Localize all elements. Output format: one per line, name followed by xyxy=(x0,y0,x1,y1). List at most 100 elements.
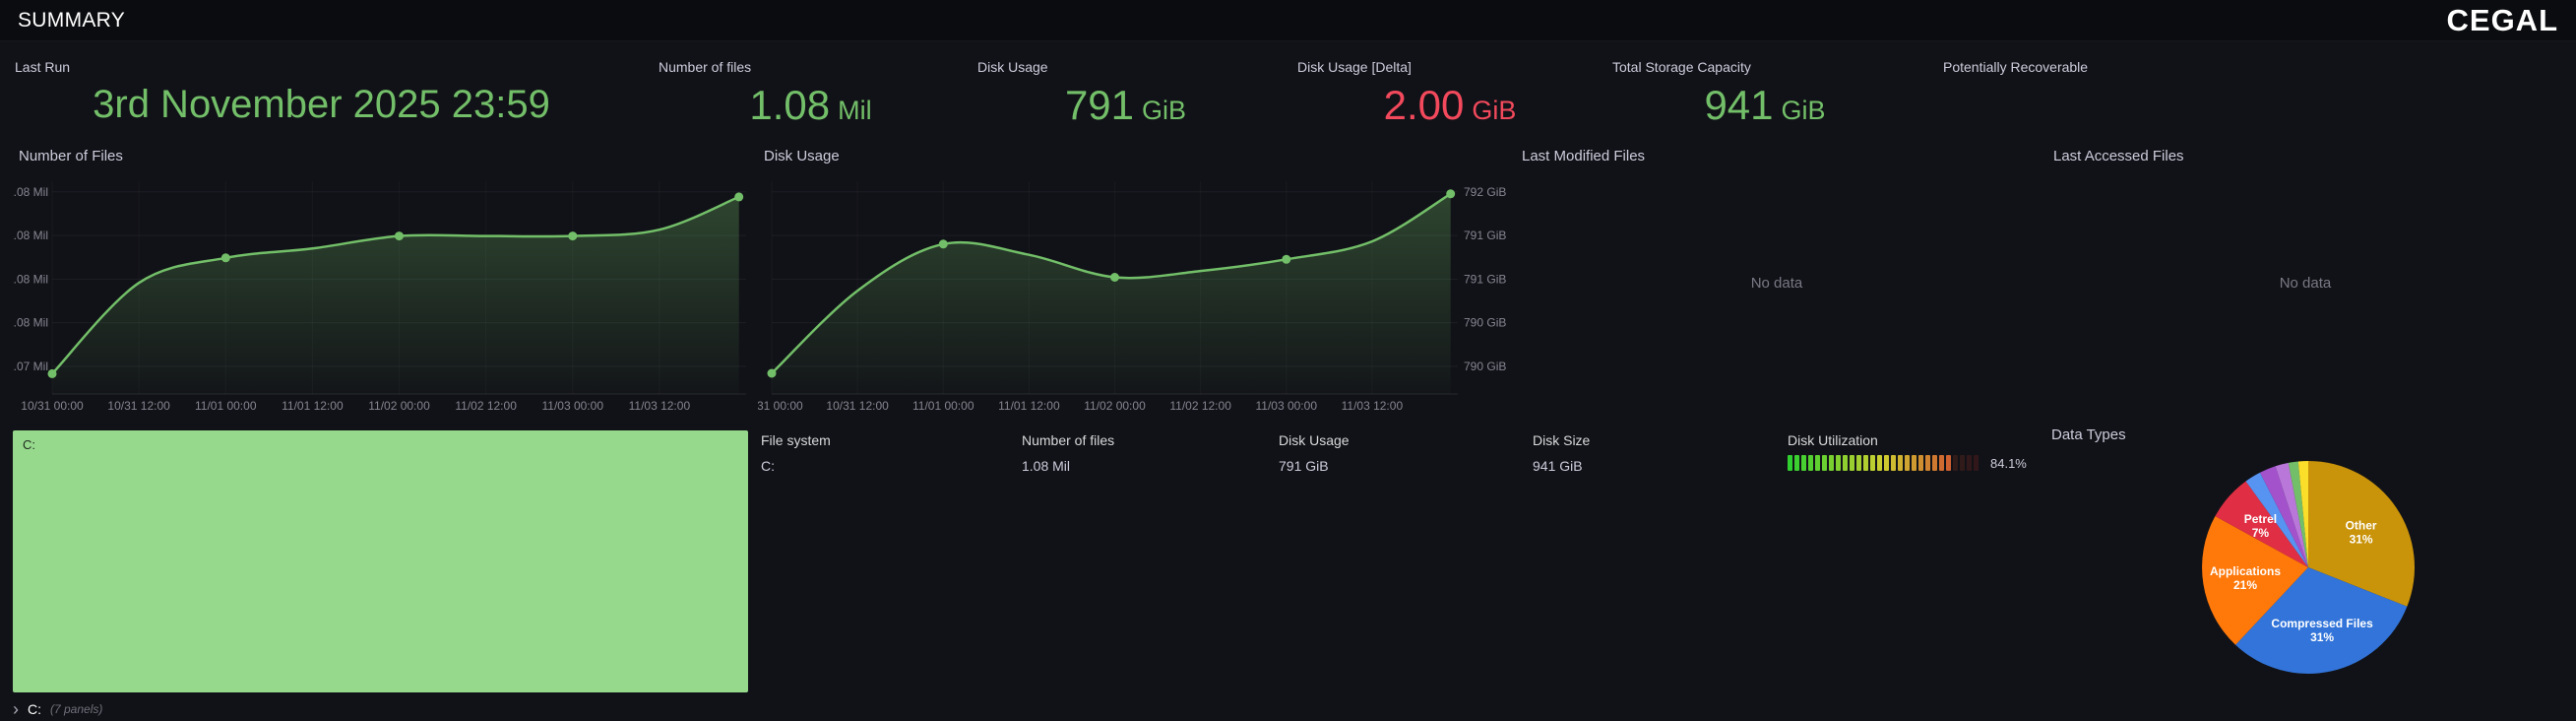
gauge-cell xyxy=(1974,455,1979,471)
gauge-cell xyxy=(1891,455,1896,471)
panel-title: Last Modified Files xyxy=(1522,148,1645,164)
x-axis-tick-label: 11/03 12:00 xyxy=(629,399,691,413)
table-cell-number-of-files: 1.08 Mil xyxy=(1022,458,1070,474)
stat-value-4: 941GiB xyxy=(1604,83,1925,128)
stat-panel-disk-usage: Disk Usage 791GiB xyxy=(970,47,1282,142)
gauge-cell xyxy=(1794,455,1799,471)
x-axis-tick-label: 10/31 00:00 xyxy=(21,399,84,413)
pie-slice-percent: 31% xyxy=(2310,630,2334,644)
stat-unit: GiB xyxy=(1782,96,1826,125)
data-point xyxy=(221,253,230,262)
y-axis-tick-label: 1.08 Mil xyxy=(13,316,48,330)
data-point xyxy=(568,231,577,240)
pie-slice-label: Applications xyxy=(2210,564,2281,578)
stat-panel-number-of-files: Number of files 1.08Mil xyxy=(651,47,971,142)
gauge-cell xyxy=(1925,455,1930,471)
y-axis-tick-label: 1.07 Mil xyxy=(13,360,48,373)
x-axis-tick-label: 11/02 00:00 xyxy=(368,399,430,413)
gauge-cell xyxy=(1815,455,1820,471)
pie-slice-percent: 31% xyxy=(2350,533,2373,547)
data-point xyxy=(1110,273,1119,282)
x-axis-tick-label: 10/31 12:00 xyxy=(107,399,170,413)
y-axis-tick-label: 1.08 Mil xyxy=(13,229,48,242)
gauge-cell xyxy=(1905,455,1910,471)
pie-slice-percent: 21% xyxy=(2233,578,2257,592)
x-axis-tick-label: 11/01 12:00 xyxy=(998,399,1060,413)
x-axis-tick-label: 10/31 00:00 xyxy=(758,399,803,413)
stat-panel-disk-usage-delta: Disk Usage [Delta] 2.00GiB xyxy=(1289,47,1610,142)
data-point xyxy=(768,369,777,378)
gauge-cell xyxy=(1939,455,1944,471)
gauge-cell xyxy=(1953,455,1958,471)
data-types-pie-chart[interactable]: Other31%Compressed Files31%Applications2… xyxy=(2175,445,2471,701)
last-accessed-files-panel: Last Accessed Files No data xyxy=(2047,145,2563,419)
number-of-files-chart[interactable]: 1.08 Mil 1.08 Mil 1.08 Mil 1.08 Mil 1.07 Mil… xyxy=(13,145,748,419)
stat-label: Disk Usage xyxy=(970,47,1282,75)
stat-value-5 xyxy=(1935,83,2260,128)
gauge-cell xyxy=(1822,455,1827,471)
chevron-right-icon: › xyxy=(13,700,19,718)
table-header-file-system[interactable]: File system xyxy=(761,432,831,448)
disk-usage-chart[interactable]: 792 GiB791 GiB791 GiB790 GiB790 GiB10/31… xyxy=(758,145,1508,419)
stat-label: Last Run xyxy=(13,47,638,75)
dashboard: SUMMARY CEGAL Last Run 3rd November 2025… xyxy=(0,0,2576,721)
table-header-disk-utilization[interactable]: Disk Utilization xyxy=(1788,432,1878,448)
stat-number: 791 xyxy=(1065,82,1134,128)
pie-slice-label: Compressed Files xyxy=(2271,617,2373,630)
area-fill xyxy=(772,194,1451,394)
data-point xyxy=(1282,255,1290,264)
gauge-cell xyxy=(1877,455,1882,471)
collapsed-row-label: C: xyxy=(28,701,41,717)
gauge-cell xyxy=(1836,455,1841,471)
table-header-disk-size[interactable]: Disk Size xyxy=(1533,432,1590,448)
y-axis-tick-label: 1.08 Mil xyxy=(13,185,48,199)
gauge-cell xyxy=(1856,455,1861,471)
panel-title: Disk Usage xyxy=(764,148,840,164)
gauge-cell xyxy=(1912,455,1916,471)
x-axis-tick-label: 11/02 00:00 xyxy=(1084,399,1146,413)
stat-panel-potentially-recoverable: Potentially Recoverable xyxy=(1935,47,2260,142)
x-axis-tick-label: 11/03 00:00 xyxy=(541,399,603,413)
stat-number: 2.00 xyxy=(1384,82,1465,128)
stat-number: 1.08 xyxy=(749,82,830,128)
gauge-cell xyxy=(1967,455,1972,471)
disk-usage-panel: Disk Usage 792 GiB791 GiB791 GiB790 GiB7… xyxy=(758,145,1508,419)
pie-slice-label: Petrel xyxy=(2244,512,2277,526)
table-cell-disk-size: 941 GiB xyxy=(1533,458,1583,474)
collapsed-row-c-drive[interactable]: › C: (7 panels) xyxy=(13,699,102,719)
x-axis-tick-label: 11/02 12:00 xyxy=(1169,399,1231,413)
stat-value-2: 791GiB xyxy=(970,83,1282,128)
gauge-cell xyxy=(1870,455,1875,471)
data-point xyxy=(939,239,948,248)
area-fill xyxy=(52,197,739,394)
table-header-number-of-files[interactable]: Number of files xyxy=(1022,432,1114,448)
x-axis-tick-label: 11/03 12:00 xyxy=(1342,399,1404,413)
panel-title: Number of Files xyxy=(19,148,123,164)
treemap-label: C: xyxy=(23,437,35,452)
y-axis-tick-label: 792 GiB xyxy=(1464,185,1506,199)
stat-value-0: 3rd November 2025 23:59 xyxy=(13,83,638,126)
gauge-cell xyxy=(1918,455,1923,471)
pie-slice-label: Other xyxy=(2346,519,2377,533)
no-data-text: No data xyxy=(1516,275,2038,292)
stat-number: 3rd November 2025 23:59 xyxy=(93,83,550,126)
data-types-title: Data Types xyxy=(2051,426,2126,443)
x-axis-tick-label: 10/31 12:00 xyxy=(826,399,889,413)
last-modified-files-panel: Last Modified Files No data xyxy=(1516,145,2038,419)
data-point xyxy=(395,231,404,240)
data-point xyxy=(48,369,57,378)
gauge-cell xyxy=(1884,455,1889,471)
stat-label: Disk Usage [Delta] xyxy=(1289,47,1610,75)
gauge-cell xyxy=(1843,455,1848,471)
gauge-cell xyxy=(1850,455,1854,471)
pie-slice-percent: 7% xyxy=(2252,526,2270,540)
table-header-disk-usage[interactable]: Disk Usage xyxy=(1279,432,1350,448)
y-axis-tick-label: 790 GiB xyxy=(1464,316,1506,330)
y-axis-tick-label: 1.08 Mil xyxy=(13,272,48,286)
gauge-cell xyxy=(1863,455,1868,471)
data-point xyxy=(1446,189,1455,198)
y-axis-tick-label: 791 GiB xyxy=(1464,229,1506,242)
gauge-cell xyxy=(1801,455,1806,471)
treemap-c-drive[interactable]: C: xyxy=(13,430,748,692)
collapsed-row-panel-count: (7 panels) xyxy=(50,702,102,716)
